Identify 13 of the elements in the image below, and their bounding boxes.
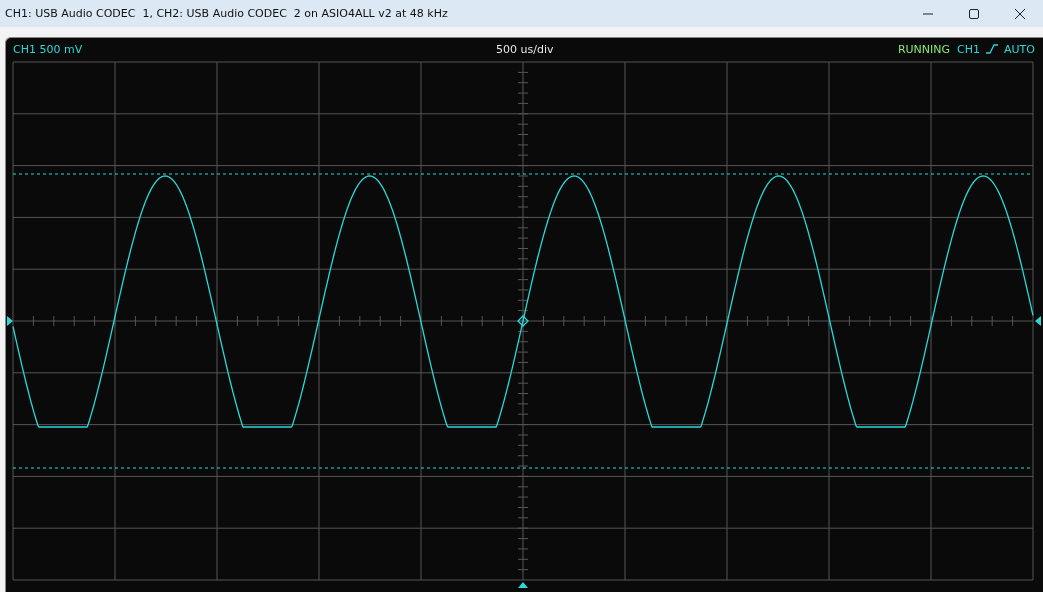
- window-title: CH1: USB Audio CODEC 1, CH2: USB Audio CODEC 2 on ASIO4ALL v2 at 48 kHz: [4, 7, 448, 20]
- trigger-mode: AUTO: [1004, 42, 1035, 56]
- channel-scale-label: CH1 500 mV: [13, 42, 83, 56]
- timebase-label: 500 us/div: [496, 42, 554, 56]
- close-icon: [1014, 7, 1026, 20]
- run-status: RUNNING: [897, 42, 951, 56]
- position-marker-icon[interactable]: [518, 582, 528, 588]
- maximize-icon: [968, 7, 980, 20]
- trigger-channel: CH1: [957, 42, 981, 56]
- level-marker-icon[interactable]: [7, 316, 13, 326]
- level-marker-icon[interactable]: [1035, 316, 1041, 326]
- rising-edge-icon: [985, 42, 1000, 56]
- trigger-marker-icon: [517, 315, 529, 327]
